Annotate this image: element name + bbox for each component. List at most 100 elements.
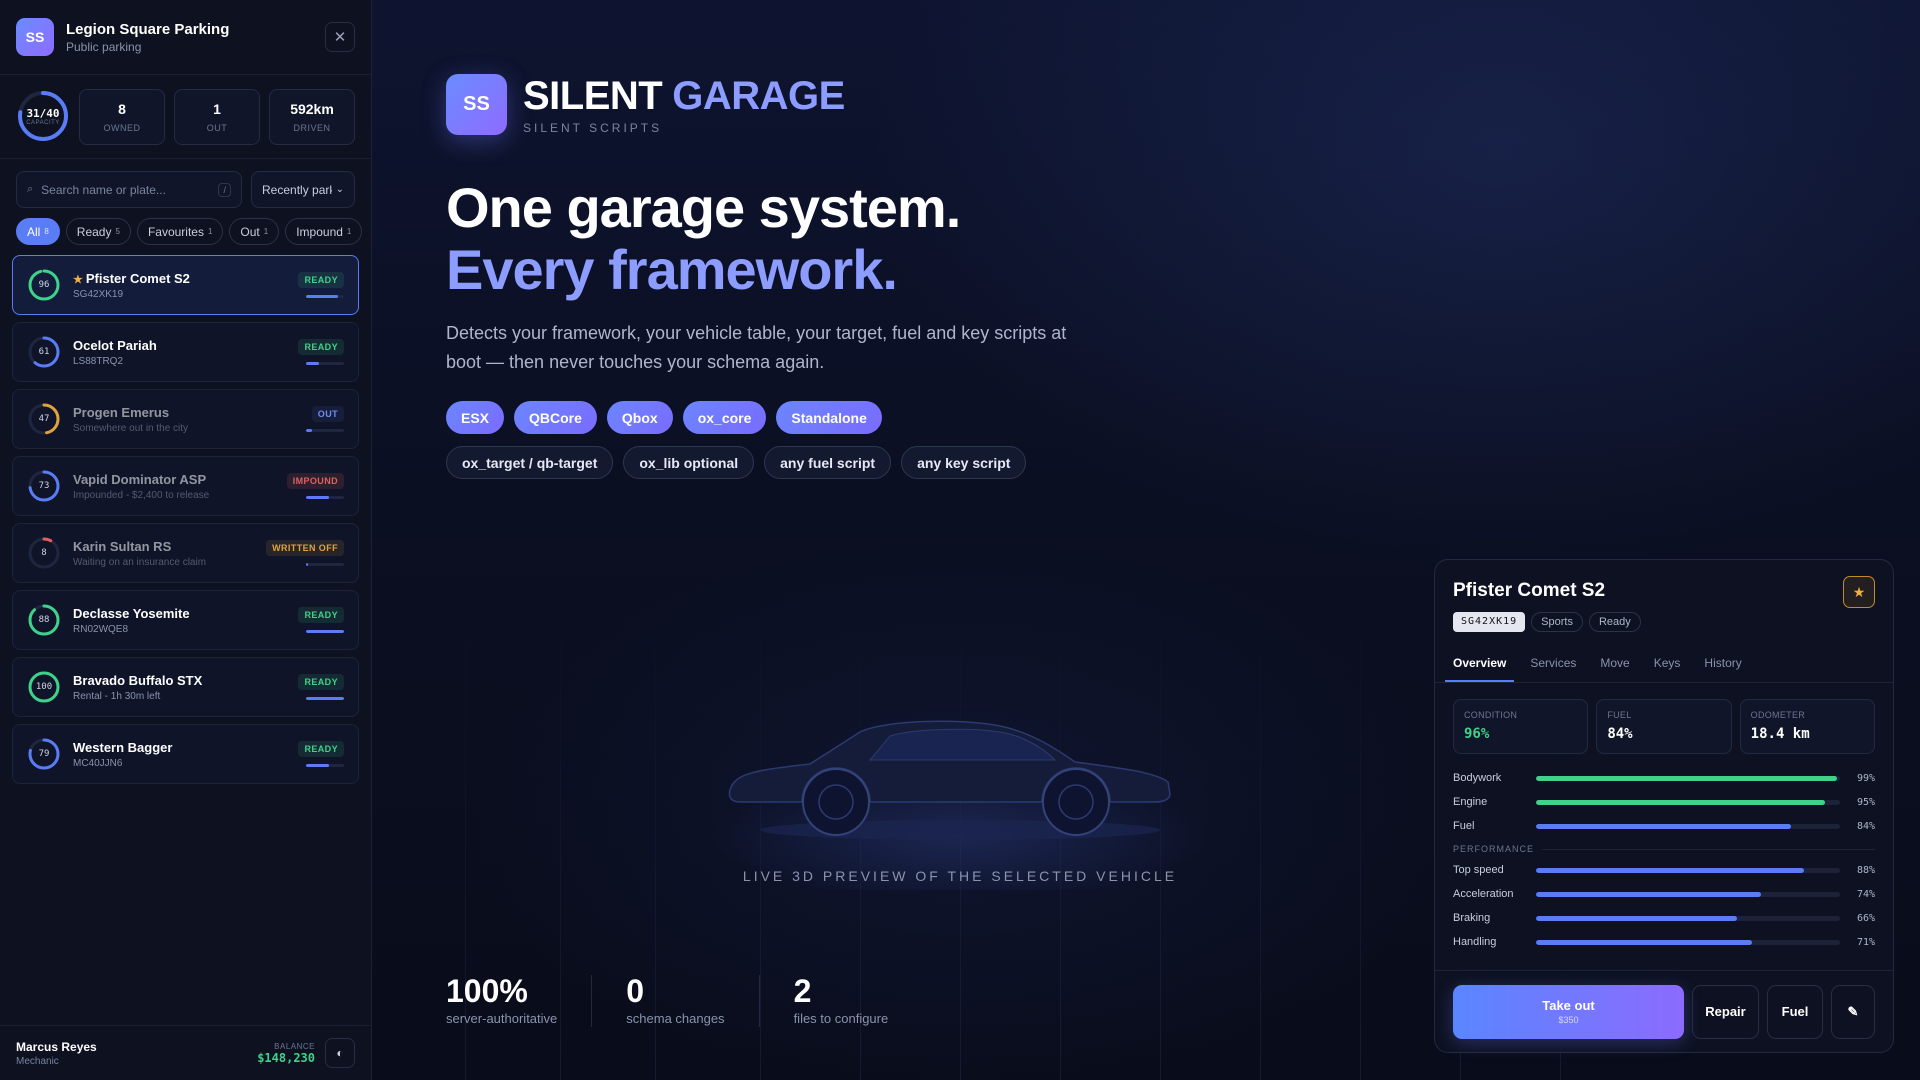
- integration-tag: any fuel script: [764, 446, 892, 479]
- stat-driven: 592km DRIVEN: [269, 89, 355, 145]
- vehicle-name: Western Bagger: [73, 739, 173, 755]
- fuel-bar-fill: [306, 697, 344, 700]
- repair-button[interactable]: Repair: [1692, 984, 1759, 1039]
- condition-ring: 96: [27, 268, 61, 302]
- vehicle-subtitle: RN02WQE8: [73, 623, 129, 635]
- stat-bar-label: Acceleration: [1453, 888, 1514, 900]
- integration-tag: ox_lib optional: [623, 446, 755, 479]
- condition-ring: 47: [27, 402, 61, 436]
- vehicle-list-item[interactable]: 79 Western Bagger MC40JJN6 READY: [12, 724, 359, 784]
- framework-tag: ESX: [446, 401, 505, 434]
- bg-line: [1260, 600, 1261, 1080]
- stat-bar-value: 74%: [1856, 888, 1875, 900]
- tab-overview[interactable]: Overview: [1445, 650, 1515, 682]
- filter-chip-out[interactable]: Out 1: [229, 218, 280, 245]
- fuel-bar-fill: [306, 429, 312, 432]
- fuel-button[interactable]: Fuel: [1767, 984, 1823, 1039]
- stat-value: 8: [118, 101, 126, 117]
- sort-select[interactable]: Recently parked ⌄: [251, 171, 355, 208]
- filter-chip-ready[interactable]: Ready 5: [65, 218, 131, 245]
- vehicle-list-item[interactable]: 61 Ocelot Pariah LS88TRQ2 READY: [12, 322, 359, 382]
- vehicle-list: 96 ★ Pfister Comet S2 SG42XK19 READY 61 Ocelot…: [0, 245, 371, 784]
- stat-bar-row: Handling 71%: [1453, 930, 1875, 954]
- vehicle-list-item[interactable]: 88 Declasse Yosemite RN02WQE8 READY: [12, 590, 359, 650]
- stat-bar-track: [1536, 915, 1840, 921]
- contrast-icon: ◐: [336, 1046, 344, 1060]
- status-badge: READY: [298, 272, 344, 288]
- car-silhouette: [710, 720, 1210, 900]
- stat-out: 1 OUT: [174, 89, 260, 145]
- vehicle-name-row: Progen Emerus: [73, 405, 344, 420]
- stat-card-fuel: FUEL 84%: [1596, 699, 1732, 754]
- condition-value: 100: [35, 682, 53, 692]
- vehicle-name: Vapid Dominator ASP: [73, 471, 207, 487]
- favourite-button[interactable]: ★: [1843, 576, 1875, 608]
- stat-bar-track: [1536, 867, 1840, 873]
- chevron-down-icon: ⌄: [335, 184, 344, 195]
- close-button[interactable]: ✕: [325, 22, 355, 52]
- capacity-label: CAPACITY: [26, 119, 60, 126]
- fuel-bar-fill: [306, 563, 308, 566]
- vehicle-list-item[interactable]: 96 ★ Pfister Comet S2 SG42XK19 READY: [12, 255, 359, 315]
- tab-services[interactable]: Services: [1522, 650, 1584, 682]
- stat-bar-label: Engine: [1453, 796, 1488, 808]
- theme-toggle-button[interactable]: ◐: [325, 1038, 355, 1068]
- brand-logo: SS: [446, 74, 507, 135]
- search-placeholder: Search name or plate...: [41, 182, 166, 197]
- brand: SS SILENT GARAGE SILENT SCRIPTS: [446, 74, 1106, 135]
- vehicle-subtitle: Somewhere out in the city: [73, 422, 189, 434]
- filter-chip-impound[interactable]: Impound 1: [285, 218, 363, 245]
- vehicle-list-item[interactable]: 8 Karin Sultan RS Waiting on an insurance …: [12, 523, 359, 583]
- stat-bar-label: Top speed: [1453, 864, 1504, 876]
- vehicle-name: Bravado Buffalo STX: [73, 672, 203, 688]
- vehicle-list-item[interactable]: 100 Bravado Buffalo STX Rental - 1h 30m le…: [12, 657, 359, 717]
- stat-bar-value: 84%: [1856, 820, 1875, 832]
- condition-ring: 100: [27, 670, 61, 704]
- class-chip: Sports: [1531, 612, 1583, 632]
- metric-label: server-authoritative: [446, 1011, 558, 1026]
- tab-move[interactable]: Move: [1592, 650, 1637, 682]
- garage-title: Legion Square Parking: [66, 20, 230, 38]
- stat-bar-row: Acceleration 74%: [1453, 882, 1875, 906]
- filter-chip-all[interactable]: All 8: [16, 218, 60, 245]
- star-icon: ★: [73, 273, 83, 286]
- integration-tag: any key script: [901, 446, 1027, 479]
- lead-text: Detects your framework, your vehicle tab…: [446, 323, 1067, 372]
- stat-card-value: 84%: [1607, 726, 1633, 742]
- stat-bar-value: 66%: [1856, 912, 1875, 924]
- edit-button[interactable]: ✎: [1831, 984, 1875, 1039]
- vehicle-list-item[interactable]: 73 Vapid Dominator ASP Impounded - $2,400 …: [12, 456, 359, 516]
- vehicle-name: Pfister Comet S2: [85, 270, 190, 286]
- filter-count: 5: [115, 227, 120, 236]
- user-role: Mechanic: [16, 1055, 59, 1067]
- filter-chip-favourites[interactable]: Favourites 1: [136, 218, 224, 245]
- fuel-bar: [306, 697, 344, 700]
- vehicle-name: Ocelot Pariah: [73, 337, 157, 353]
- brand-subtitle: SILENT SCRIPTS: [523, 121, 663, 135]
- stat-bar-row: Bodywork 99%: [1453, 766, 1875, 790]
- vehicle-name: Progen Emerus: [73, 404, 170, 420]
- vehicle-list-item[interactable]: 47 Progen Emerus Somewhere out in the city…: [12, 389, 359, 449]
- capacity-ring: 31/40 CAPACITY: [16, 89, 70, 143]
- stat-bar-value: 95%: [1856, 796, 1875, 808]
- tab-keys[interactable]: Keys: [1646, 650, 1689, 682]
- silent-scripts-logo: SS: [16, 18, 54, 56]
- filter-chips: All 8 Ready 5 Favourites 1 Out 1 Impound 1: [0, 208, 371, 245]
- detail-tabs: Overview Services Move Keys History: [1435, 650, 1893, 683]
- sidebar-footer: Marcus Reyes Mechanic BALANCE $148,230 ◐: [0, 1025, 371, 1080]
- detail-actions: Take out $350 Repair Fuel ✎: [1435, 970, 1893, 1052]
- integration-tags: ox_target / qb-target ox_lib optional any …: [446, 446, 1106, 479]
- balance-value: $148,230: [257, 1050, 315, 1065]
- filter-label: Out: [240, 224, 260, 239]
- tab-history[interactable]: History: [1696, 650, 1749, 682]
- status-badge: IMPOUND: [286, 473, 344, 489]
- metric-value: 2: [793, 973, 812, 1009]
- search-shortcut: /: [218, 182, 231, 197]
- fuel-bar-fill: [306, 362, 320, 365]
- take-out-button[interactable]: Take out $350: [1453, 984, 1684, 1039]
- fuel-bar: [306, 362, 344, 365]
- search-input[interactable]: ⌕ Search name or plate... /: [16, 171, 242, 208]
- stat-bar-fill: [1536, 915, 1737, 921]
- metric-value: 0: [626, 973, 645, 1009]
- condition-value: 8: [41, 548, 47, 558]
